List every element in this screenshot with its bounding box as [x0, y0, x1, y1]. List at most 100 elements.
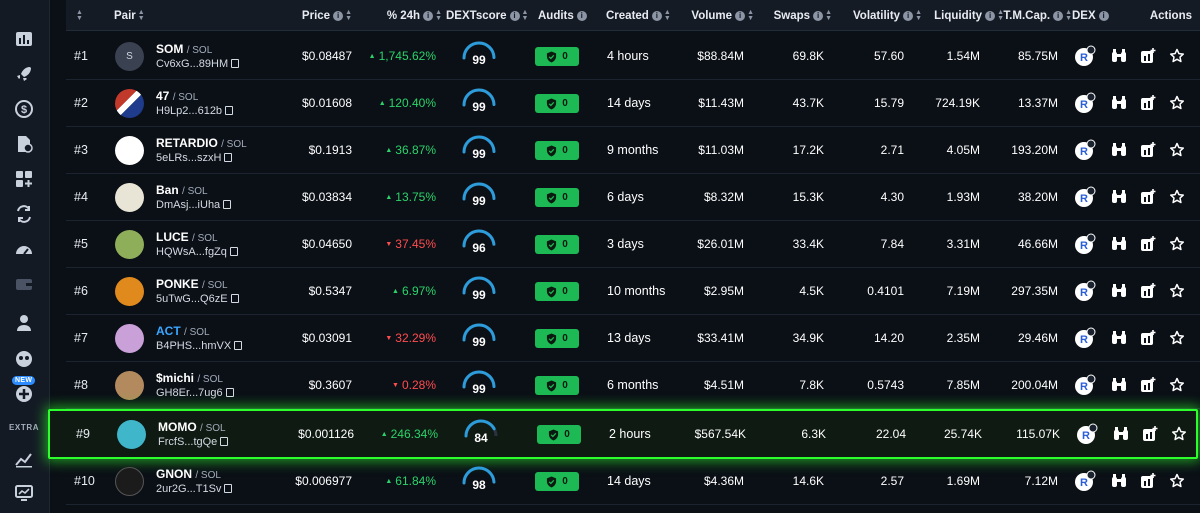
favorite-star-icon[interactable]	[1168, 235, 1186, 253]
info-icon[interactable]: i	[903, 10, 914, 21]
pair-name-link[interactable]: $michi / SOL	[156, 371, 223, 385]
raydium-dex-icon[interactable]: R	[1074, 327, 1096, 349]
raydium-dex-icon[interactable]: R	[1074, 470, 1096, 492]
raydium-dex-icon[interactable]: R	[1074, 186, 1096, 208]
pair-name-link[interactable]: ACT / SOL	[156, 324, 210, 338]
favorite-star-icon[interactable]	[1168, 282, 1186, 300]
token-avatar[interactable]	[115, 136, 144, 165]
document-dollar-icon[interactable]	[13, 133, 35, 155]
sort-icon[interactable]: ▲ ▼	[664, 9, 671, 22]
pair-name-link[interactable]: Ban / SOL	[156, 183, 208, 197]
table-row[interactable]: #1 S SOM / SOL Cv6xG...89HM $0.08487 ▲ 1,745.6…	[66, 33, 1200, 80]
add-chart-icon[interactable]	[1139, 235, 1157, 253]
favorite-star-icon[interactable]	[1168, 141, 1186, 159]
dextscore-gauge[interactable]: 99	[461, 368, 497, 402]
token-avatar[interactable]: S	[115, 42, 144, 71]
copy-icon[interactable]	[220, 437, 229, 446]
raydium-dex-icon[interactable]: R	[1076, 423, 1098, 445]
binoculars-icon[interactable]	[1110, 376, 1128, 394]
copy-icon[interactable]	[230, 294, 239, 303]
raydium-dex-icon[interactable]: R	[1074, 92, 1096, 114]
audit-badge[interactable]: 0	[535, 235, 579, 254]
sort-icon[interactable]: ▲ ▼	[522, 9, 529, 22]
audit-badge[interactable]: 0	[535, 141, 579, 160]
token-avatar[interactable]	[115, 183, 144, 212]
column-header-volatility[interactable]: Volatility i ▲ ▼	[836, 0, 922, 31]
token-avatar[interactable]	[115, 324, 144, 353]
monitor-chart-icon[interactable]	[13, 482, 35, 504]
info-icon[interactable]: i	[813, 10, 824, 21]
audit-badge[interactable]: 0	[535, 47, 579, 66]
column-header-change[interactable]: % 24h i ▲ ▼	[366, 0, 442, 31]
dextscore-gauge[interactable]: 84	[463, 417, 499, 451]
info-icon[interactable]: i	[1098, 10, 1109, 21]
copy-icon[interactable]	[224, 484, 233, 493]
add-chart-icon[interactable]	[1139, 94, 1157, 112]
add-chart-icon[interactable]	[1141, 425, 1159, 443]
column-header-tmcap[interactable]: T.M.Cap. i ▲ ▼	[988, 0, 1072, 31]
column-header-price[interactable]: Price i ▲ ▼	[276, 0, 352, 31]
dextscore-gauge[interactable]: 99	[461, 180, 497, 214]
table-row[interactable]: #7 ACT / SOL B4PHS...hmVX $0.03091 ▼ 32.29% 99…	[66, 315, 1200, 362]
dextscore-gauge[interactable]: 99	[461, 133, 497, 167]
table-row[interactable]: #9 MOMO / SOL FrcfS...tgQe $0.001126 ▲ 246.34…	[48, 409, 1198, 459]
token-avatar[interactable]	[117, 420, 146, 449]
binoculars-icon[interactable]	[1110, 94, 1128, 112]
column-header-actions[interactable]: Actions	[1136, 0, 1192, 31]
copy-icon[interactable]	[234, 341, 243, 350]
copy-icon[interactable]	[225, 106, 234, 115]
dextscore-gauge[interactable]: 96	[461, 227, 497, 261]
dextscore-gauge[interactable]: 99	[461, 86, 497, 120]
binoculars-icon[interactable]	[1110, 282, 1128, 300]
info-icon[interactable]: i	[509, 10, 520, 21]
copy-icon[interactable]	[229, 247, 238, 256]
pair-name-link[interactable]: PONKE / SOL	[156, 277, 228, 291]
sort-icon[interactable]: ▲ ▼	[1065, 9, 1072, 22]
binoculars-icon[interactable]	[1110, 472, 1128, 490]
trending-chart-icon[interactable]	[13, 448, 35, 470]
speedometer-icon[interactable]	[13, 238, 35, 260]
sort-icon[interactable]: ▲ ▼	[435, 9, 442, 22]
table-row[interactable]: #8 $michi / SOL GH8Er...7ug6 $0.3607 ▼ 0.28% 9…	[66, 362, 1200, 409]
sort-icon[interactable]: ▲ ▼	[825, 9, 832, 22]
add-chart-icon[interactable]	[1139, 141, 1157, 159]
column-header-swaps[interactable]: Swaps i ▲ ▼	[756, 0, 832, 31]
column-header-volume[interactable]: Volume i ▲ ▼	[676, 0, 754, 31]
table-row[interactable]: #6 PONKE / SOL 5uTwG...Q6zE $0.5347 ▲ 6.97% 99…	[66, 268, 1200, 315]
info-icon[interactable]: i	[333, 10, 344, 21]
favorite-star-icon[interactable]	[1168, 188, 1186, 206]
user-icon[interactable]	[13, 312, 35, 334]
plus-icon[interactable]	[13, 383, 35, 405]
column-header-dexscore[interactable]: DEXTscore i ▲ ▼	[446, 0, 532, 31]
wallet-icon[interactable]	[13, 273, 35, 295]
favorite-star-icon[interactable]	[1168, 376, 1186, 394]
info-icon[interactable]: i	[735, 10, 746, 21]
binoculars-icon[interactable]	[1112, 425, 1130, 443]
chart-bars-icon[interactable]	[13, 28, 35, 50]
rocket-icon[interactable]	[13, 63, 35, 85]
add-chart-icon[interactable]	[1139, 376, 1157, 394]
table-row[interactable]: #3 RETARDIO / SOL 5eLRs...szxH $0.1913 ▲ 36.8…	[66, 127, 1200, 174]
sort-icon[interactable]: ▲ ▼	[138, 9, 145, 22]
pair-name-link[interactable]: LUCE / SOL	[156, 230, 218, 244]
add-chart-icon[interactable]	[1139, 472, 1157, 490]
favorite-star-icon[interactable]	[1170, 425, 1188, 443]
token-avatar[interactable]	[115, 89, 144, 118]
copy-icon[interactable]	[223, 200, 232, 209]
sort-rank-icon[interactable]: ▲ ▼	[74, 0, 83, 31]
binoculars-icon[interactable]	[1110, 47, 1128, 65]
info-icon[interactable]: i	[423, 10, 434, 21]
audit-badge[interactable]: 0	[535, 329, 579, 348]
favorite-star-icon[interactable]	[1168, 94, 1186, 112]
audit-badge[interactable]: 0	[535, 188, 579, 207]
pair-name-link[interactable]: RETARDIO / SOL	[156, 136, 247, 150]
table-row[interactable]: #10 GNON / SOL 2ur2G...T1Sv $0.006977 ▲ 61.84…	[66, 458, 1200, 505]
favorite-star-icon[interactable]	[1168, 47, 1186, 65]
token-avatar[interactable]	[115, 230, 144, 259]
audit-badge[interactable]: 0	[537, 425, 581, 444]
copy-icon[interactable]	[224, 153, 233, 162]
raydium-dex-icon[interactable]: R	[1074, 280, 1096, 302]
copy-icon[interactable]	[225, 388, 234, 397]
audit-badge[interactable]: 0	[535, 376, 579, 395]
raydium-dex-icon[interactable]: R	[1074, 139, 1096, 161]
